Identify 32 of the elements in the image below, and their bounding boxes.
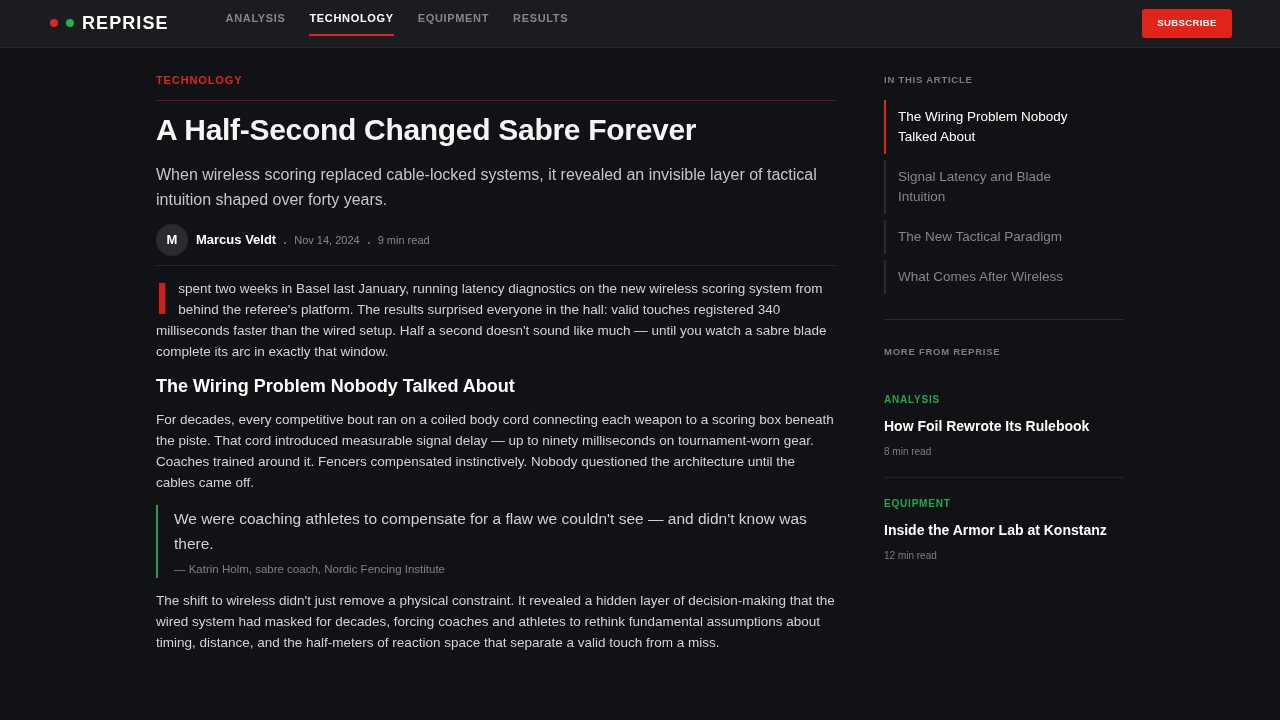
quote-citation: — Katrin Holm, sabre coach, Nordic Fencing Institute (174, 562, 446, 577)
read-time: 9 min read (377, 232, 430, 248)
toc-heading: IN THIS ARTICLE (884, 74, 974, 86)
publish-date: Nov 14, 2024 (294, 232, 360, 248)
card-title[interactable]: Inside the Armor Lab at Konstanz (884, 520, 1107, 540)
card-category[interactable]: EQUIPMENT (884, 498, 951, 510)
card-title[interactable]: How Foil Rewrote Its Rulebook (884, 416, 1090, 436)
article-subtitle: When wireless scoring replaced cable-locked systems, it revealed an invisible layer of tactical intuition shaped over forty years. (156, 165, 818, 210)
toc-link[interactable]: The Wiring Problem Nobody Talked About (884, 100, 1088, 154)
article-paragraph: For decades, every competitive bout ran on a coiled body cord connecting each weapon to a scoring box beneath the piste. That cord introduced measurable signal delay — up to ninety milliseconds on tournament-worn gear. Coaches trained around it. Fencers compensated instinctively. Nobody questioned the architecture until the cables came off. (156, 411, 835, 492)
subscribe-button[interactable]: SUBSCRIBE (1142, 9, 1232, 38)
article-title: A Half-Second Changed Sabre Forever (156, 112, 698, 148)
author-name[interactable]: Marcus Veldt (196, 230, 277, 250)
brand-name[interactable]: REPRISE (82, 9, 169, 37)
toc-link[interactable]: The New Tactical Paradigm (884, 220, 1088, 254)
nav-tab[interactable]: EQUIPMENT (417, 0, 490, 36)
nav-tab[interactable]: ANALYSIS (225, 0, 286, 36)
logo-dots-icon (50, 19, 74, 27)
card-category[interactable]: ANALYSIS (884, 394, 941, 406)
nav-tab[interactable]: TECHNOLOGY (309, 0, 394, 36)
toc-link[interactable]: Signal Latency and Blade Intuition (884, 160, 1088, 214)
nav-tab[interactable]: RESULTS (513, 0, 569, 36)
card-read-time: 12 min read (884, 550, 937, 562)
quote-text: We were coaching athletes to compensate for a flaw we couldn't see — and didn't know was there. (174, 509, 808, 554)
more-heading: MORE FROM REPRISE (884, 346, 1002, 358)
author-avatar: M (156, 224, 188, 256)
section-heading: The Wiring Problem Nobody Talked About (156, 375, 516, 398)
category-label[interactable]: TECHNOLOGY (156, 74, 243, 86)
toc-link[interactable]: What Comes After Wireless (884, 260, 1088, 294)
article-paragraph: The shift to wireless didn't just remove a physical constraint. It revealed a hidden layer of decision-making that the wired system had masked for decades, forcing coaches and athletes to rethink fundamental assumptions about timing, distance, and the half-meters of reaction space that separate a valid touch from a miss. (156, 592, 836, 652)
article-paragraph: I spent two weeks in Basel last January, running latency diagnostics on the new wireless scoring system from behind the referee's platform. The results surprised everyone in the hall: valid touches registered 340 milliseconds faster than the wired setup. Half a second doesn't sound like much — until you watch a sabre blade complete its arc in exactly that window. (156, 278, 828, 361)
card-read-time: 8 min read (884, 446, 932, 458)
